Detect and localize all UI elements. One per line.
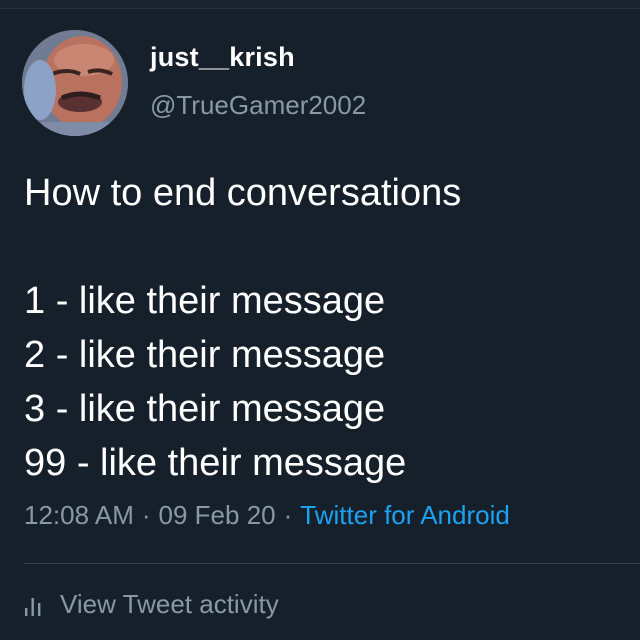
user-handle[interactable]: @TrueGamer2002 (150, 90, 366, 121)
tweet-metadata: 12:08 AM · 09 Feb 20 · Twitter for Android (24, 500, 510, 531)
avatar[interactable] (22, 30, 128, 136)
tweet-line: How to end conversations (24, 172, 462, 214)
view-tweet-activity-button[interactable]: View Tweet activity (24, 586, 279, 622)
view-tweet-activity-label: View Tweet activity (60, 588, 279, 619)
tweet-text: How to end conversations 1 - like their … (24, 166, 624, 490)
tweet-date: 09 Feb 20 (158, 500, 276, 530)
tweet-screen: just__krish @TrueGamer2002 How to end co… (0, 0, 640, 640)
tweet-time: 12:08 AM (24, 500, 134, 530)
tweet-source-link[interactable]: Twitter for Android (300, 500, 510, 530)
tweet-line: 3 - like their message (24, 388, 386, 430)
user-display-name[interactable]: just__krish (150, 42, 295, 73)
tweet-line: 1 - like their message (24, 280, 386, 322)
top-divider (0, 0, 640, 9)
meta-separator: · (283, 500, 293, 530)
tweet-line: 99 - like their message (24, 442, 407, 484)
tweet-line (24, 220, 624, 274)
tweet-line: 2 - like their message (24, 334, 386, 376)
bar-chart-icon (24, 593, 42, 616)
divider (24, 563, 640, 564)
meta-separator: · (141, 500, 151, 530)
